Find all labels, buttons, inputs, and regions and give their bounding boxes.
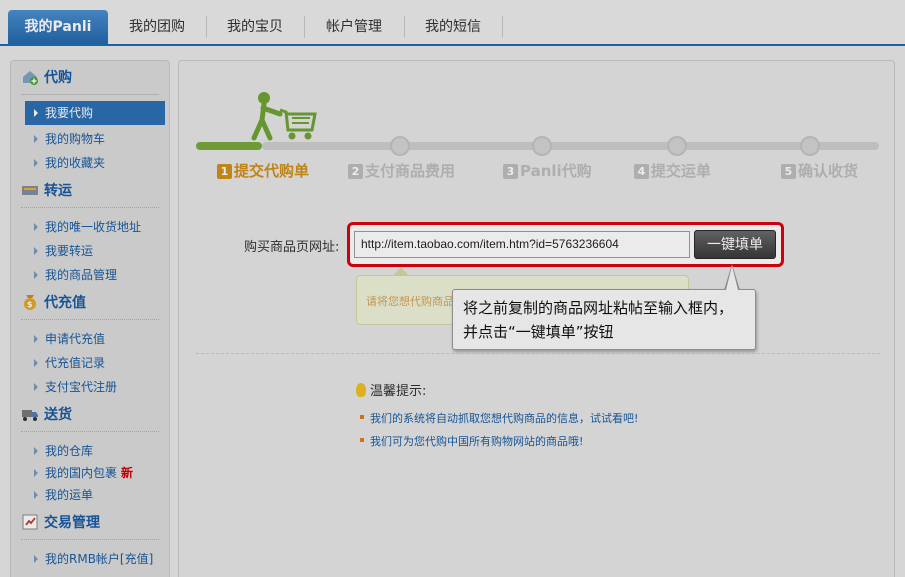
sidebar-item-transfer[interactable]: 我要转运 bbox=[25, 239, 165, 263]
step-label: 提交运单 bbox=[651, 162, 712, 180]
new-badge: 新 bbox=[121, 466, 134, 480]
sidebar-item-alipay-register[interactable]: 支付宝代注册 bbox=[25, 375, 165, 399]
sidebar-section-title: 代充值 bbox=[44, 295, 86, 311]
sidebar-section-title: 送货 bbox=[44, 407, 72, 423]
tips-title-text: 温馨提示: bbox=[370, 384, 427, 399]
recharge-icon: $ bbox=[24, 295, 36, 310]
step-dot bbox=[800, 136, 820, 156]
step-label: 确认收货 bbox=[798, 162, 859, 180]
callout-line-2: 并点击“一键填单”按钮 bbox=[463, 323, 614, 341]
sidebar-section-trade: 交易管理 bbox=[21, 512, 100, 534]
svg-text:$: $ bbox=[27, 300, 33, 309]
top-nav: 我的Panli 我的团购 我的宝贝 帐户管理 我的短信 bbox=[0, 0, 905, 46]
step-number: 1 bbox=[217, 164, 232, 179]
shopping-cart-person-icon bbox=[251, 92, 317, 141]
sidebar-section-recharge: $ 代充值 bbox=[21, 292, 86, 314]
sidebar-item-apply-recharge[interactable]: 申请代充值 bbox=[25, 327, 165, 351]
sidebar-section-delivery: 送货 bbox=[21, 404, 72, 426]
section-divider bbox=[21, 431, 159, 432]
sidebar-item-unique-address[interactable]: 我的唯一收货地址 bbox=[25, 215, 165, 239]
purchase-icon bbox=[23, 71, 38, 85]
sidebar-section-title: 交易管理 bbox=[44, 515, 100, 531]
sidebar-item-label: 我的国内包裹 bbox=[45, 466, 118, 480]
step-label: Panli代购 bbox=[520, 162, 592, 180]
url-input[interactable]: http://item.taobao.com/item.htm?id=57632… bbox=[354, 231, 690, 258]
callout-line-1: 将之前复制的商品网址粘帖至输入框内， bbox=[463, 299, 734, 317]
transfer-icon bbox=[22, 186, 38, 195]
tab-my-items[interactable]: 我的宝贝 bbox=[208, 10, 302, 44]
tab-my-group-buy[interactable]: 我的团购 bbox=[110, 10, 204, 44]
section-divider bbox=[196, 353, 880, 354]
sidebar-section-title: 代购 bbox=[44, 70, 72, 86]
instruction-callout: 将之前复制的商品网址粘帖至输入框内， 并点击“一键填单”按钮 bbox=[452, 289, 756, 350]
tab-account-management[interactable]: 帐户管理 bbox=[306, 10, 402, 44]
tab-separator bbox=[502, 16, 503, 38]
sidebar-item-goods-management[interactable]: 我的商品管理 bbox=[25, 263, 165, 287]
step-4: 4 提交运单 bbox=[634, 160, 711, 181]
tip-item: 我们的系统将自动抓取您想代购商品的信息，试试看吧! bbox=[360, 410, 638, 426]
step-dot bbox=[390, 136, 410, 156]
step-label: 支付商品费用 bbox=[365, 162, 456, 180]
tab-my-messages[interactable]: 我的短信 bbox=[406, 10, 500, 44]
section-divider bbox=[21, 319, 159, 320]
lightbulb-icon bbox=[356, 383, 366, 397]
tip-item: 我们可为您代购中国所有购物网站的商品哦! bbox=[360, 433, 583, 449]
sidebar-item-favorites[interactable]: 我的收藏夹 bbox=[25, 151, 165, 175]
step-number: 4 bbox=[634, 164, 649, 179]
tab-separator bbox=[304, 16, 305, 38]
tab-my-panli[interactable]: 我的Panli bbox=[8, 10, 108, 44]
sidebar-item-purchase[interactable]: 我要代购 bbox=[25, 101, 165, 125]
sidebar-section-purchase: 代购 bbox=[21, 67, 72, 89]
step-2: 2 支付商品费用 bbox=[348, 160, 455, 181]
trade-icon bbox=[22, 514, 38, 530]
section-divider bbox=[21, 539, 159, 540]
step-label: 提交代购单 bbox=[234, 162, 310, 180]
step-number: 5 bbox=[781, 164, 796, 179]
sidebar-item-warehouse[interactable]: 我的仓库 bbox=[25, 439, 165, 463]
sidebar-section-transfer: 转运 bbox=[21, 180, 72, 202]
tab-separator bbox=[404, 16, 405, 38]
sidebar-item-waybills[interactable]: 我的运单 bbox=[25, 483, 165, 507]
sidebar-item-cart[interactable]: 我的购物车 bbox=[25, 127, 165, 151]
step-number: 3 bbox=[503, 164, 518, 179]
one-click-fill-button[interactable]: 一键填单 bbox=[694, 230, 776, 259]
step-dot bbox=[532, 136, 552, 156]
step-number: 2 bbox=[348, 164, 363, 179]
url-label: 购买商品页网址: bbox=[244, 240, 340, 255]
hint-text: 请将您想代购商品 bbox=[366, 295, 454, 308]
progress-completed bbox=[196, 142, 262, 150]
section-divider bbox=[21, 207, 159, 208]
callout-tip bbox=[726, 266, 738, 290]
sidebar-section-title: 转运 bbox=[44, 183, 72, 199]
step-dot bbox=[667, 136, 687, 156]
step-3: 3 Panli代购 bbox=[503, 160, 592, 181]
sidebar-item-recharge-records[interactable]: 代充值记录 bbox=[25, 351, 165, 375]
progress-track bbox=[262, 142, 879, 150]
sidebar-item-domestic-packages[interactable]: 我的国内包裹新 bbox=[25, 461, 165, 485]
sidebar: 代购 我要代购 我的购物车 我的收藏夹 转运 我的唯一收货地址 我要转运 我的商… bbox=[10, 60, 170, 577]
tips-title: 温馨提示: bbox=[356, 380, 426, 399]
tab-separator bbox=[206, 16, 207, 38]
step-1: 1 提交代购单 bbox=[217, 160, 309, 181]
step-5: 5 确认收货 bbox=[781, 160, 858, 181]
section-divider bbox=[21, 94, 159, 95]
truck-icon bbox=[22, 410, 38, 421]
sidebar-item-rmb-account[interactable]: 我的RMB帐户[充值] bbox=[25, 547, 165, 571]
